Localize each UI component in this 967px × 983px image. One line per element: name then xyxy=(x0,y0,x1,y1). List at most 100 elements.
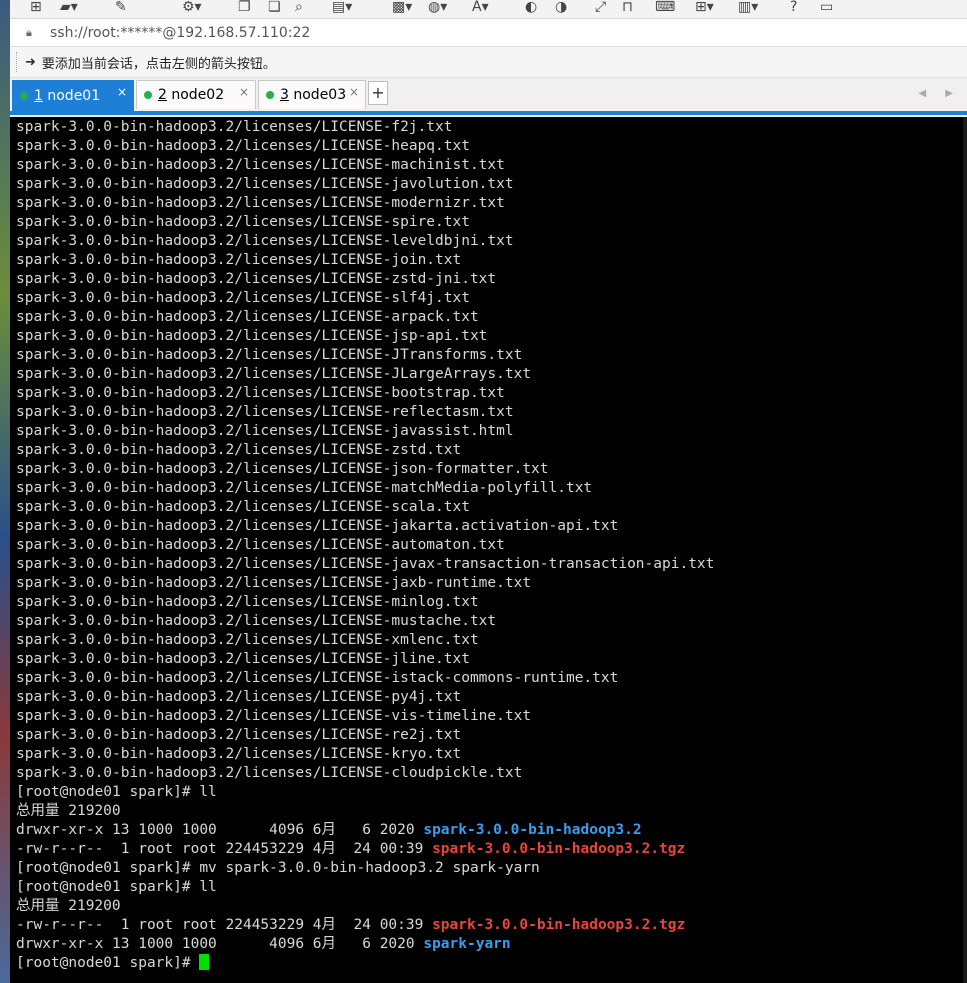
terminal-line: 总用量 219200 xyxy=(16,898,121,914)
gear-icon[interactable]: ⚙▾ xyxy=(182,0,202,16)
terminal-line: spark-3.0.0-bin-hadoop3.2/licenses/LICEN… xyxy=(16,347,523,363)
terminal-line: spark-3.0.0-bin-hadoop3.2/licenses/LICEN… xyxy=(16,442,462,458)
directory-name: spark-3.0.0-bin-hadoop3.2 xyxy=(423,822,642,838)
active-tab-underline xyxy=(10,111,967,115)
terminal-line: spark-3.0.0-bin-hadoop3.2/licenses/LICEN… xyxy=(16,423,514,439)
tab-node02[interactable]: 2 node02 × xyxy=(136,80,256,109)
script-icon[interactable]: ◑ xyxy=(555,0,567,16)
divider xyxy=(16,52,19,72)
address-bar[interactable]: 🔒︎ ssh://root:******@192.168.57.110:22 xyxy=(10,19,967,47)
toolbar: ⊞ ▰▾ ✎ ⚙▾ ❐ ❏ ⌕ ▤▾ ▩▾ ◍▾ A▾ ◐ ◑ ⤢ ⊓ ⌨ ⊞▾… xyxy=(10,0,967,19)
terminal-line: spark-3.0.0-bin-hadoop3.2/licenses/LICEN… xyxy=(16,632,479,648)
terminal-line: spark-3.0.0-bin-hadoop3.2/licenses/LICEN… xyxy=(16,651,470,667)
tab-node01[interactable]: 1 node01 × xyxy=(12,80,134,111)
terminal-line: spark-3.0.0-bin-hadoop3.2/licenses/LICEN… xyxy=(16,119,453,135)
scrollbar[interactable] xyxy=(963,117,967,983)
tab-number: 2 xyxy=(158,87,167,103)
arrow-icon[interactable]: ➜ xyxy=(25,55,36,70)
status-dot-icon xyxy=(20,92,28,100)
terminal-line: spark-3.0.0-bin-hadoop3.2/licenses/LICEN… xyxy=(16,613,497,629)
close-icon[interactable]: × xyxy=(239,85,249,99)
open-folder-icon[interactable]: ▰▾ xyxy=(60,0,78,16)
archive-name: spark-3.0.0-bin-hadoop3.2.tgz xyxy=(432,917,686,933)
terminal-line: spark-3.0.0-bin-hadoop3.2/licenses/LICEN… xyxy=(16,575,532,591)
cursor xyxy=(199,954,210,970)
terminal-line: spark-3.0.0-bin-hadoop3.2/licenses/LICEN… xyxy=(16,271,497,287)
terminal-line: spark-3.0.0-bin-hadoop3.2/licenses/LICEN… xyxy=(16,746,462,762)
tile-icon[interactable]: ▥▾ xyxy=(738,0,758,16)
terminal-line: spark-3.0.0-bin-hadoop3.2/licenses/LICEN… xyxy=(16,385,505,401)
terminal-output[interactable]: spark-3.0.0-bin-hadoop3.2/licenses/LICEN… xyxy=(10,117,967,973)
search-icon[interactable]: ⌕ xyxy=(295,0,303,16)
tab-number: 3 xyxy=(280,87,289,103)
address-url[interactable]: ssh://root:******@192.168.57.110:22 xyxy=(50,25,310,41)
hint-text: 要添加当前会话，点击左侧的箭头按钮。 xyxy=(41,56,276,72)
archive-name: spark-3.0.0-bin-hadoop3.2.tgz xyxy=(432,841,686,857)
tab-label: node03 xyxy=(288,87,347,103)
new-tab-button[interactable]: + xyxy=(368,81,388,105)
terminal-line: [root@node01 spark]# mv spark-3.0.0-bin-… xyxy=(16,860,540,876)
font-icon[interactable]: A▾ xyxy=(472,0,489,16)
keyboard-icon[interactable]: ⌨ xyxy=(655,0,675,16)
chat-icon[interactable]: ▭ xyxy=(820,0,833,16)
terminal-line: spark-3.0.0-bin-hadoop3.2/licenses/LICEN… xyxy=(16,461,549,477)
terminal-line: spark-3.0.0-bin-hadoop3.2/licenses/LICEN… xyxy=(16,404,514,420)
tab-number: 1 xyxy=(34,88,43,104)
terminal-line: spark-3.0.0-bin-hadoop3.2/licenses/LICEN… xyxy=(16,157,505,173)
terminal-line: [root@node01 spark]# ll xyxy=(16,784,217,800)
print-icon[interactable]: ▤▾ xyxy=(332,0,352,16)
terminal-line: spark-3.0.0-bin-hadoop3.2/licenses/LICEN… xyxy=(16,556,715,572)
copy-icon[interactable]: ❐ xyxy=(238,0,251,16)
new-session-icon[interactable]: ⊞ xyxy=(30,0,42,16)
terminal-line: -rw-r--r-- 1 root root 224453229 4月 24 0… xyxy=(16,917,686,933)
terminal-line: spark-3.0.0-bin-hadoop3.2/licenses/LICEN… xyxy=(16,727,462,743)
terminal-line: spark-3.0.0-bin-hadoop3.2/licenses/LICEN… xyxy=(16,689,462,705)
terminal-line: spark-3.0.0-bin-hadoop3.2/licenses/LICEN… xyxy=(16,309,479,325)
terminal-line: [root@node01 spark]# ll xyxy=(16,879,217,895)
paste-icon[interactable]: ❏ xyxy=(268,0,281,16)
fullscreen-icon[interactable]: ⤢ xyxy=(595,0,606,16)
tab-bar: 1 node01 × 2 node02 × 3 node03 × + ◀ ▶ xyxy=(10,78,967,111)
lock-icon: 🔒︎ xyxy=(26,25,32,39)
status-dot-icon xyxy=(144,91,152,99)
terminal-line: spark-3.0.0-bin-hadoop3.2/licenses/LICEN… xyxy=(16,233,514,249)
add-icon[interactable]: ⊞▾ xyxy=(695,0,714,16)
lock-icon[interactable]: ⊓ xyxy=(622,0,633,16)
terminal-line: -rw-r--r-- 1 root root 224453229 4月 24 0… xyxy=(16,841,686,857)
terminal-line: spark-3.0.0-bin-hadoop3.2/licenses/LICEN… xyxy=(16,708,532,724)
xshell-window: ⊞ ▰▾ ✎ ⚙▾ ❐ ❏ ⌕ ▤▾ ▩▾ ◍▾ A▾ ◐ ◑ ⤢ ⊓ ⌨ ⊞▾… xyxy=(10,0,967,983)
session-hint-bar: ➜ 要添加当前会话，点击左侧的箭头按钮。 xyxy=(10,47,967,78)
tab-scroll-arrows[interactable]: ◀ ▶ xyxy=(918,88,961,99)
terminal-line: spark-3.0.0-bin-hadoop3.2/licenses/LICEN… xyxy=(16,594,479,610)
terminal-line: spark-3.0.0-bin-hadoop3.2/licenses/LICEN… xyxy=(16,252,462,268)
close-icon[interactable]: × xyxy=(349,85,359,99)
directory-name: spark-yarn xyxy=(423,936,511,952)
terminal-line: 总用量 219200 xyxy=(16,803,121,819)
terminal-line: spark-3.0.0-bin-hadoop3.2/licenses/LICEN… xyxy=(16,138,470,154)
layout-icon[interactable]: ▩▾ xyxy=(392,0,412,16)
terminal-line: spark-3.0.0-bin-hadoop3.2/licenses/LICEN… xyxy=(16,765,523,781)
terminal-prompt: [root@node01 spark]# xyxy=(16,954,967,973)
tab-label: node01 xyxy=(42,88,101,104)
terminal-line: spark-3.0.0-bin-hadoop3.2/licenses/LICEN… xyxy=(16,499,470,515)
connect-icon[interactable]: ✎ xyxy=(115,0,127,16)
status-dot-icon xyxy=(266,91,274,99)
terminal[interactable]: spark-3.0.0-bin-hadoop3.2/licenses/LICEN… xyxy=(10,117,967,983)
terminal-line: drwxr-xr-x 13 1000 1000 4096 6月 6 2020 s… xyxy=(16,822,642,838)
terminal-line: spark-3.0.0-bin-hadoop3.2/licenses/LICEN… xyxy=(16,537,505,553)
terminal-line: spark-3.0.0-bin-hadoop3.2/licenses/LICEN… xyxy=(16,195,505,211)
desktop-strip xyxy=(0,0,10,983)
terminal-line: spark-3.0.0-bin-hadoop3.2/licenses/LICEN… xyxy=(16,328,488,344)
terminal-line: spark-3.0.0-bin-hadoop3.2/licenses/LICEN… xyxy=(16,518,619,534)
tab-node03[interactable]: 3 node03 × xyxy=(258,80,366,109)
close-icon[interactable]: × xyxy=(117,85,127,99)
terminal-line: spark-3.0.0-bin-hadoop3.2/licenses/LICEN… xyxy=(16,214,470,230)
terminal-line: spark-3.0.0-bin-hadoop3.2/licenses/LICEN… xyxy=(16,290,470,306)
terminal-line: spark-3.0.0-bin-hadoop3.2/licenses/LICEN… xyxy=(16,670,619,686)
terminal-line: drwxr-xr-x 13 1000 1000 4096 6月 6 2020 s… xyxy=(16,936,511,952)
tab-label: node02 xyxy=(166,87,225,103)
globe-icon[interactable]: ◍▾ xyxy=(428,0,447,16)
xftp-icon[interactable]: ◐ xyxy=(525,0,537,16)
terminal-line: spark-3.0.0-bin-hadoop3.2/licenses/LICEN… xyxy=(16,366,532,382)
help-icon[interactable]: ? xyxy=(790,0,797,16)
